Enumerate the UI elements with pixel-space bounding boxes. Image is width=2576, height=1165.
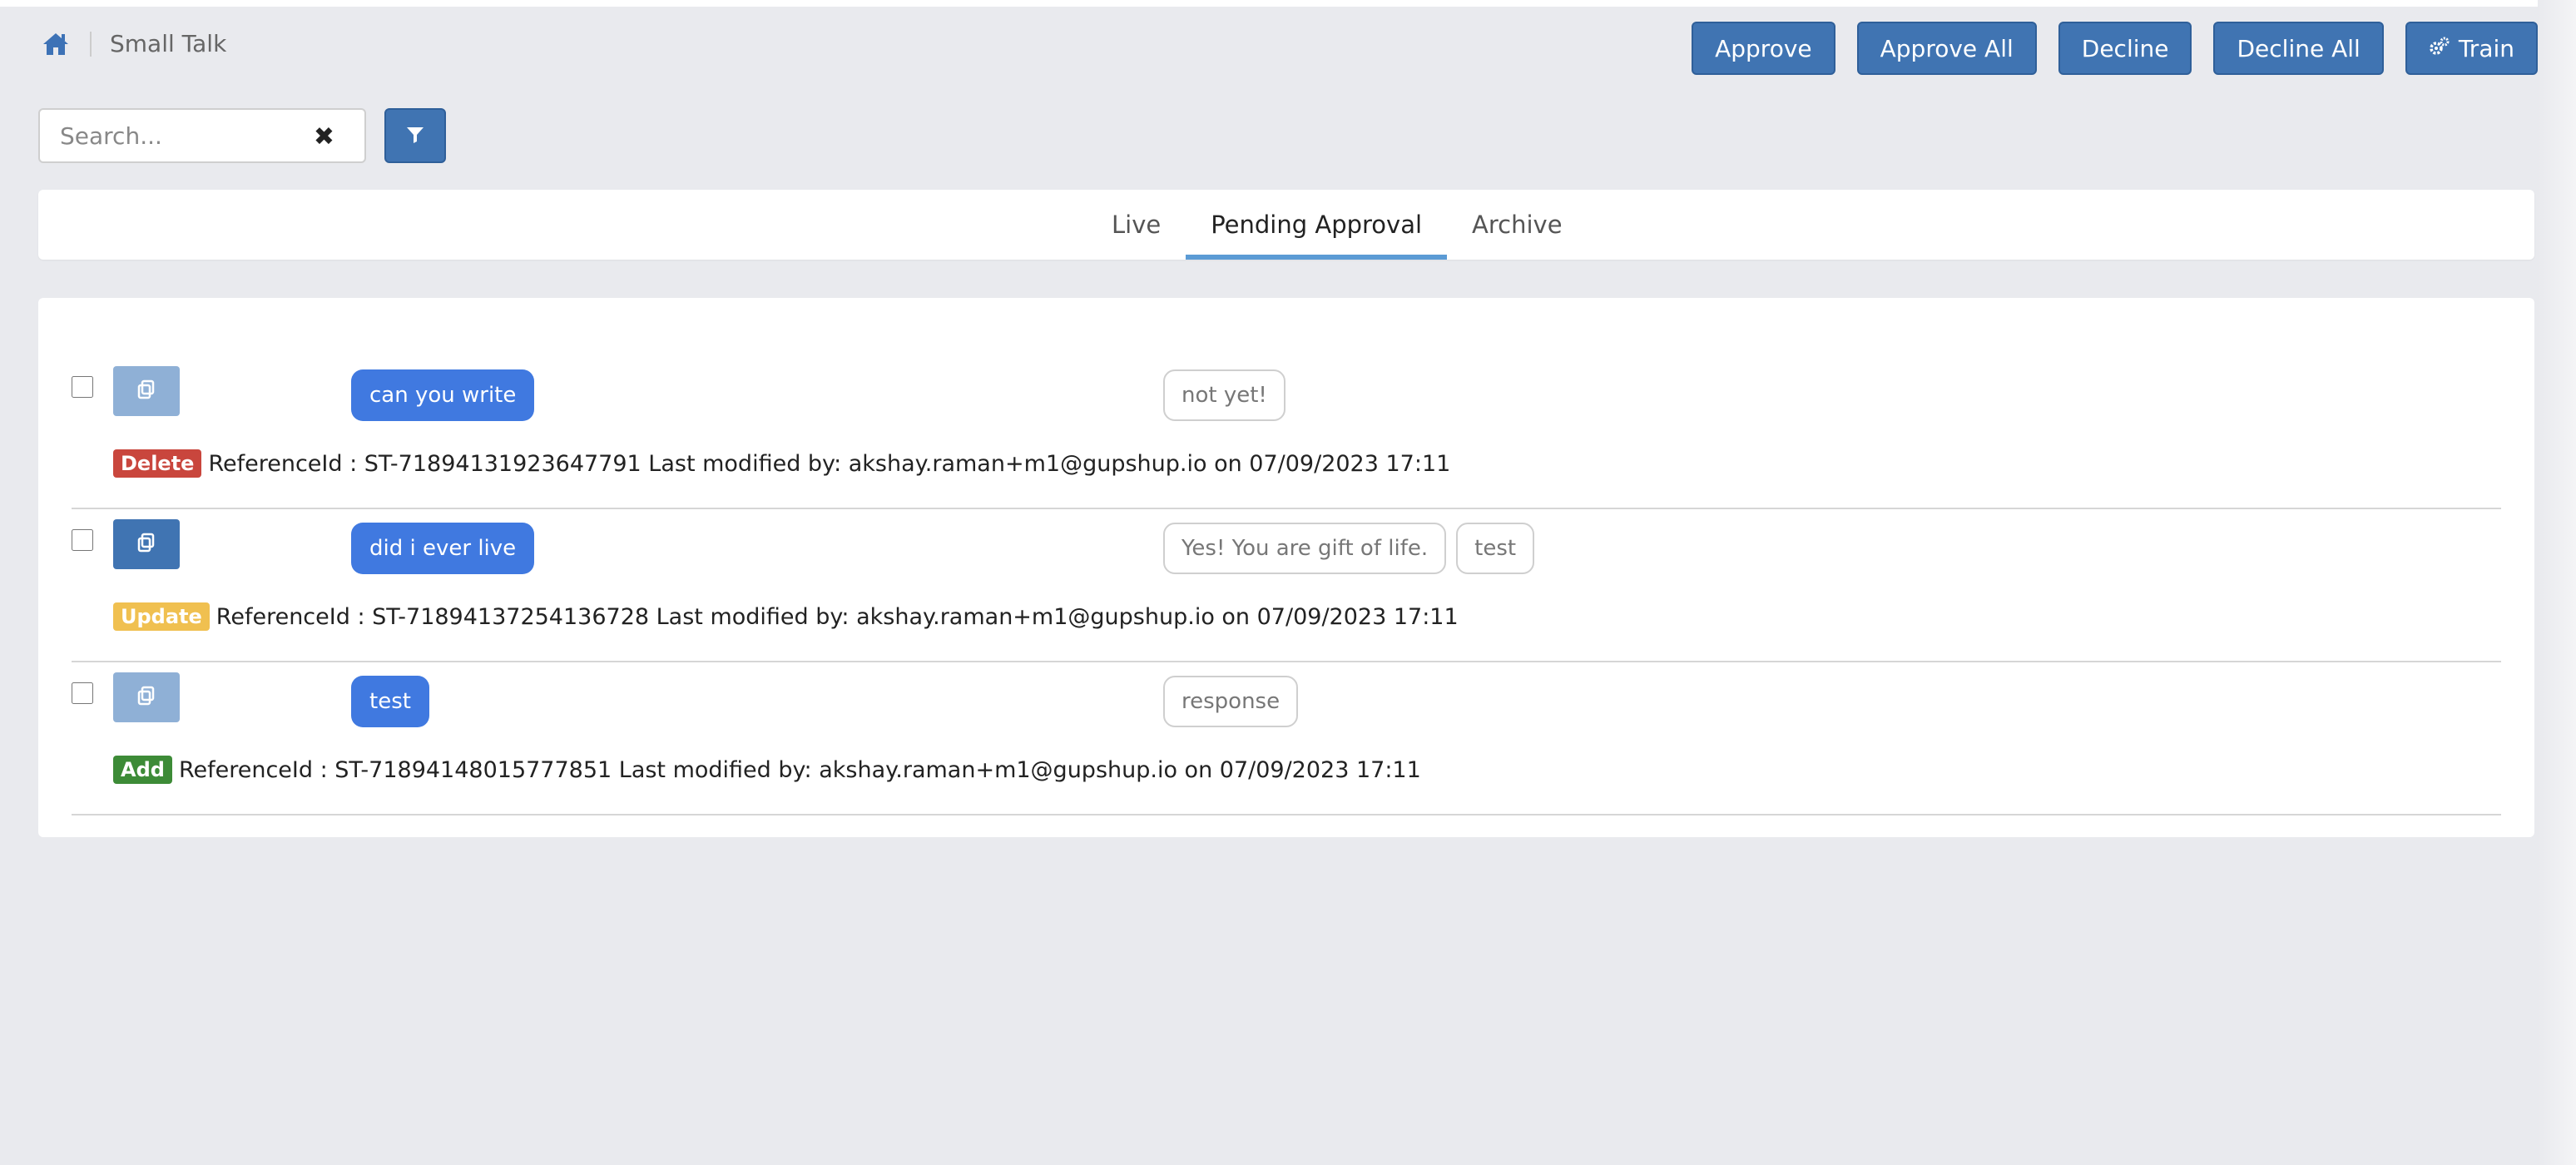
response-chip: Yes! You are gift of life.: [1163, 523, 1447, 574]
responses: not yet!: [1163, 369, 1286, 421]
tabs-bar: Live Pending Approval Archive: [38, 190, 2534, 260]
decline-all-label: Decline All: [2237, 34, 2361, 62]
responses: response: [1163, 676, 1299, 727]
responses: Yes! You are gift of life. test: [1163, 523, 1535, 574]
query-text: can you write: [369, 383, 517, 408]
home-icon[interactable]: [42, 32, 70, 57]
decline-button[interactable]: Decline: [2058, 22, 2192, 75]
row-checkbox[interactable]: [72, 682, 93, 704]
pending-list: can you write not yet! Delete ReferenceI…: [38, 298, 2534, 837]
tab-pending-approval[interactable]: Pending Approval: [1186, 190, 1447, 260]
train-label: Train: [2458, 34, 2514, 62]
tabs: Live Pending Approval Archive: [1087, 190, 1588, 260]
top-strip: [0, 0, 2576, 7]
decline-label: Decline: [2081, 34, 2169, 62]
train-button[interactable]: Train: [2405, 22, 2538, 75]
copy-icon: [136, 379, 157, 404]
row-checkbox[interactable]: [72, 529, 93, 551]
gears-icon: [2429, 35, 2450, 62]
query-text: test: [369, 689, 411, 714]
search-row: ✖: [38, 108, 446, 163]
status-badge-delete: Delete: [113, 449, 202, 478]
query-chip[interactable]: did i ever live: [351, 523, 535, 574]
tab-live-label: Live: [1112, 211, 1162, 239]
response-text: Yes! You are gift of life.: [1181, 536, 1429, 561]
list-item: can you write not yet! Delete ReferenceI…: [72, 358, 2501, 509]
approve-all-button[interactable]: Approve All: [1856, 22, 2037, 75]
tab-archive-label: Archive: [1472, 211, 1563, 239]
breadcrumb: Small Talk: [42, 30, 226, 57]
status-badge-update: Update: [113, 602, 210, 631]
meta-text: ReferenceId : ST-71894148015777851 Last …: [178, 756, 1421, 783]
response-chip: test: [1456, 523, 1535, 574]
response-text: response: [1181, 689, 1281, 714]
search-box: ✖: [38, 108, 366, 163]
row-meta: Add ReferenceId : ST-71894148015777851 L…: [113, 756, 1421, 784]
query-chip[interactable]: test: [351, 676, 429, 727]
meta-text: ReferenceId : ST-71894137254136728 Last …: [215, 603, 1459, 630]
copy-button[interactable]: [113, 366, 180, 416]
copy-button[interactable]: [113, 519, 180, 569]
response-text: test: [1474, 536, 1517, 561]
decline-all-button[interactable]: Decline All: [2213, 22, 2384, 75]
row-checkbox[interactable]: [72, 376, 93, 398]
header: Small Talk Approve Approve All Decline D…: [0, 7, 2538, 87]
row-meta: Delete ReferenceId : ST-7189413192364779…: [113, 449, 1450, 478]
response-text: not yet!: [1181, 383, 1267, 408]
page-edge: [2538, 0, 2576, 1165]
status-badge-add: Add: [113, 756, 172, 784]
tab-live[interactable]: Live: [1087, 190, 1186, 260]
list-item: test response Add ReferenceId : ST-71894…: [72, 664, 2501, 816]
tab-archive[interactable]: Archive: [1447, 190, 1588, 260]
approve-all-label: Approve All: [1880, 34, 2014, 62]
clear-search-icon[interactable]: ✖: [314, 125, 334, 150]
response-chip: response: [1163, 676, 1299, 727]
meta-text: ReferenceId : ST-71894131923647791 Last …: [208, 450, 1451, 477]
query-text: did i ever live: [369, 536, 517, 561]
breadcrumb-current: Small Talk: [110, 30, 227, 57]
copy-icon: [136, 532, 157, 557]
tab-pending-approval-label: Pending Approval: [1211, 211, 1423, 239]
filter-icon: [406, 126, 424, 146]
query-chip[interactable]: can you write: [351, 369, 535, 421]
copy-icon: [136, 685, 157, 710]
approve-label: Approve: [1715, 34, 1812, 62]
list-item: did i ever live Yes! You are gift of lif…: [72, 511, 2501, 662]
row-meta: Update ReferenceId : ST-7189413725413672…: [113, 602, 1459, 631]
filter-button[interactable]: [384, 108, 446, 163]
action-buttons: Approve Approve All Decline Decline All …: [1692, 22, 2538, 75]
response-chip: not yet!: [1163, 369, 1286, 421]
copy-button[interactable]: [113, 672, 180, 722]
approve-button[interactable]: Approve: [1692, 22, 1835, 75]
breadcrumb-separator: [90, 31, 92, 57]
